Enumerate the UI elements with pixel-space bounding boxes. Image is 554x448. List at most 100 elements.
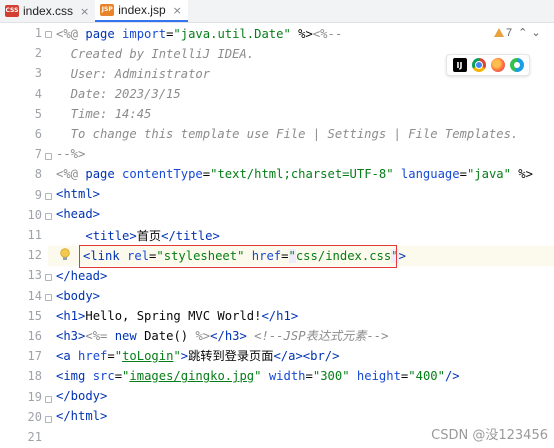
fold-marker-icon[interactable] <box>44 191 53 200</box>
tab-index-css[interactable]: CSS index.css × <box>0 0 95 22</box>
tag-close: </h1> <box>261 309 299 323</box>
close-icon[interactable]: × <box>80 5 89 18</box>
code-line-4[interactable]: Date: 2023/3/15 <box>56 84 181 104</box>
line-number: 7 <box>34 147 42 162</box>
html-comment: <!--JSP表达式元素--> <box>254 329 389 343</box>
line-number: 21 <box>27 430 42 444</box>
code-line-8[interactable]: <%@ page contentType="text/html;charset=… <box>56 164 533 184</box>
inspection-widget[interactable]: 7 ⌃ ⌄ <box>494 26 541 39</box>
equals: = <box>305 369 313 383</box>
chrome-icon[interactable] <box>471 58 486 72</box>
line-number: 3 <box>34 66 42 81</box>
line-number: 1 <box>34 26 42 40</box>
tag-close: </h3> <box>210 329 247 343</box>
attr-quote: " <box>173 349 181 363</box>
firefox-icon[interactable] <box>490 58 505 72</box>
line-number: 9 <box>34 187 42 202</box>
watermark: CSDN @没123456 <box>431 428 548 443</box>
code-line-6[interactable]: To change this template use File | Setti… <box>56 124 519 144</box>
code-line-13[interactable]: </head> <box>56 266 107 286</box>
tag-open: <h3> <box>56 329 86 343</box>
tag-end: /> <box>444 369 460 383</box>
line-number: 20 <box>27 409 42 424</box>
code-line-9[interactable]: <html> <box>56 184 100 204</box>
jsp-directive-open: <%@ <box>56 167 86 181</box>
warning-icon <box>494 28 504 37</box>
line-number: 12 <box>27 248 42 263</box>
tag-open: <h1> <box>56 309 86 323</box>
attr-name: import <box>122 27 167 41</box>
tab-index-jsp[interactable]: JSP index.jsp × <box>95 0 188 22</box>
line-number: 17 <box>27 349 42 364</box>
tag-open: <img <box>56 369 93 383</box>
attr-value-link[interactable]: images/gingko.jpg <box>129 369 254 383</box>
line-number: 16 <box>27 329 42 343</box>
attr-value: "java" <box>466 167 511 181</box>
equals: = <box>202 167 211 181</box>
code-line-17[interactable]: <a href="toLogin">跳转到登录页面</a><br/> <box>56 346 339 366</box>
equals: = <box>114 369 123 383</box>
next-highlight-icon[interactable]: ⌄ <box>531 26 540 39</box>
line-number: 18 <box>27 369 42 384</box>
code-line-3[interactable]: User: Administrator <box>56 64 210 84</box>
intellij-preview-icon[interactable]: IJ <box>452 58 467 72</box>
fold-marker-icon[interactable] <box>44 29 53 38</box>
fold-marker-icon[interactable] <box>44 211 53 220</box>
code-line-14[interactable]: <body> <box>56 286 100 306</box>
code-line-10[interactable]: <head> <box>56 204 100 224</box>
attr-value-link[interactable]: toLogin <box>122 349 173 363</box>
jsp-expr-open: <%= <box>85 329 115 343</box>
attr-name: href <box>78 349 108 363</box>
intention-bulb-icon[interactable] <box>60 248 70 262</box>
attr-value: "java.util.Date" <box>173 27 291 41</box>
code-line-16[interactable]: <h3><%= new Date() %></h3> <!--JSP表达式元素-… <box>56 326 388 346</box>
equals: = <box>459 167 467 181</box>
code-line-11[interactable]: <title>首页</title> <box>56 226 220 246</box>
jsp-comment-open: <%-- <box>312 27 343 41</box>
line-number: 19 <box>27 389 42 404</box>
code-line-1[interactable]: <%@ page import="java.util.Date" %><%-- <box>56 24 342 44</box>
editor-tab-bar: CSS index.css × JSP index.jsp × <box>0 0 554 23</box>
code-line-5[interactable]: Time: 14:45 <box>56 104 152 124</box>
fold-marker-icon[interactable] <box>44 292 53 301</box>
edge-icon[interactable] <box>509 58 524 72</box>
attr-value: "300" <box>312 369 350 383</box>
tag-close: </title> <box>161 229 220 243</box>
fold-end-icon[interactable] <box>44 272 53 281</box>
browser-preview-toolbar: IJ <box>446 54 530 76</box>
code-line-15[interactable]: <h1>Hello, Spring MVC World!</h1> <box>56 306 298 326</box>
code-line-7[interactable]: --%> <box>56 144 85 164</box>
line-number: 6 <box>34 127 42 141</box>
attr-name: language <box>400 167 460 181</box>
jsp-directive-close: %> <box>510 167 533 181</box>
code-line-20[interactable]: </html> <box>56 406 107 426</box>
tag-open: <a <box>56 349 79 363</box>
highlight-box <box>79 245 397 268</box>
keyword: new <box>114 329 145 343</box>
tag-br: <br/> <box>302 349 340 363</box>
previous-highlight-icon[interactable]: ⌃ <box>518 26 527 39</box>
fold-end-icon[interactable] <box>44 394 53 403</box>
tag-open: <title> <box>85 229 137 243</box>
code-line-18[interactable]: <img src="images/gingko.jpg" width="300"… <box>56 366 460 386</box>
fold-end-icon[interactable] <box>44 151 53 160</box>
code-line-19[interactable]: </body> <box>56 386 107 406</box>
line-number: 5 <box>34 106 42 121</box>
line-number: 11 <box>27 228 42 242</box>
close-icon[interactable]: × <box>173 4 182 17</box>
jsp-directive-open: <%@ <box>56 27 86 41</box>
line-number: 4 <box>34 86 42 101</box>
tag-text: 跳转到登录页面 <box>188 349 274 363</box>
attr-value: "400" <box>408 369 445 383</box>
equals: = <box>107 349 115 363</box>
fold-end-icon[interactable] <box>44 414 53 423</box>
code-line-2[interactable]: Created by IntelliJ IDEA. <box>56 44 254 64</box>
css-file-icon: CSS <box>5 5 19 17</box>
attr-value: "text/html;charset=UTF-8" <box>210 167 394 181</box>
jsp-file-icon: JSP <box>100 4 115 16</box>
line-number: 15 <box>27 308 42 323</box>
tab-label: index.jsp <box>118 3 166 17</box>
